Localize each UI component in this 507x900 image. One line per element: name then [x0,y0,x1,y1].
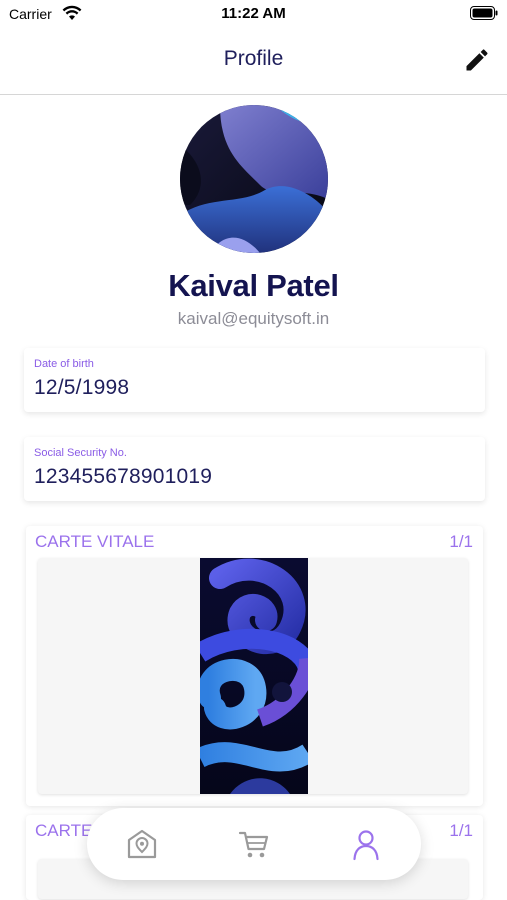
battery-icon [470,6,498,20]
field-label: Social Security No. [34,447,127,459]
app-header: Profile [0,30,507,95]
card-image-container[interactable] [38,558,468,794]
profile-email: kaival@equitysoft.in [177,309,330,328]
card-page-count: 1/1 [449,821,473,840]
status-bar: Carrier 11:22 AM [0,0,507,30]
status-time: 11:22 AM [221,5,286,22]
carte-vitale-card[interactable]: CARTE VITALE 1/1 [26,526,483,806]
card-title: CARTE VITALE [35,532,155,551]
card-image [200,558,308,794]
card-title: CARTE [35,821,93,840]
field-value: 123455678901019 [34,465,213,488]
social-security-field: Social Security No. 123455678901019 [24,437,485,501]
avatar [180,105,328,253]
field-value: 12/5/1998 [34,376,130,399]
tab-bar [87,808,421,880]
field-label: Date of birth [34,358,94,370]
card-page-count: 1/1 [449,532,473,551]
date-of-birth-field: Date of birth 12/5/1998 [24,348,485,412]
home-icon[interactable] [124,826,160,862]
user-icon[interactable] [348,826,384,862]
pencil-icon[interactable] [463,46,491,74]
cart-icon[interactable] [236,826,272,862]
page-title: Profile [223,47,284,70]
profile-name: Kaival Patel [168,268,339,303]
